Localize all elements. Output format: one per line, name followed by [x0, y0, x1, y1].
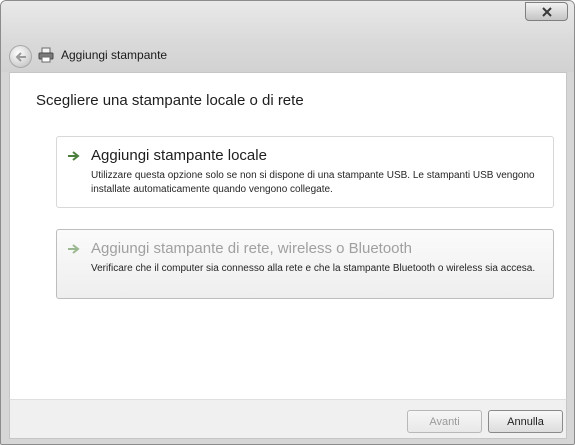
- wizard-content: Scegliere una stampante locale o di rete…: [9, 72, 567, 400]
- green-arrow-icon: [68, 151, 80, 161]
- add-local-printer-option[interactable]: Aggiungi stampante locale Utilizzare que…: [56, 136, 554, 208]
- printer-icon: [38, 47, 54, 63]
- page-heading: Scegliere una stampante locale o di rete: [36, 92, 304, 109]
- add-network-printer-option[interactable]: Aggiungi stampante di rete, wireless o B…: [56, 229, 554, 299]
- add-printer-window: Aggiungi stampante Scegliere una stampan…: [0, 0, 575, 445]
- option-title: Aggiungi stampante di rete, wireless o B…: [91, 240, 413, 257]
- option-description: Verificare che il computer sia connesso …: [91, 263, 536, 274]
- close-icon: [541, 6, 552, 17]
- close-button[interactable]: [525, 2, 568, 21]
- option-title: Aggiungi stampante locale: [91, 147, 267, 164]
- back-button[interactable]: [9, 45, 32, 68]
- next-button[interactable]: Avanti: [407, 410, 482, 433]
- title-bar: Aggiungi stampante: [1, 1, 574, 72]
- cancel-button[interactable]: Annulla: [488, 410, 563, 433]
- option-description: Utilizzare questa opzione solo se non si…: [91, 170, 535, 195]
- green-arrow-icon: [68, 244, 80, 254]
- window-title: Aggiungi stampante: [61, 48, 168, 62]
- button-bar: Avanti Annulla: [9, 399, 567, 439]
- back-arrow-icon: [15, 51, 26, 62]
